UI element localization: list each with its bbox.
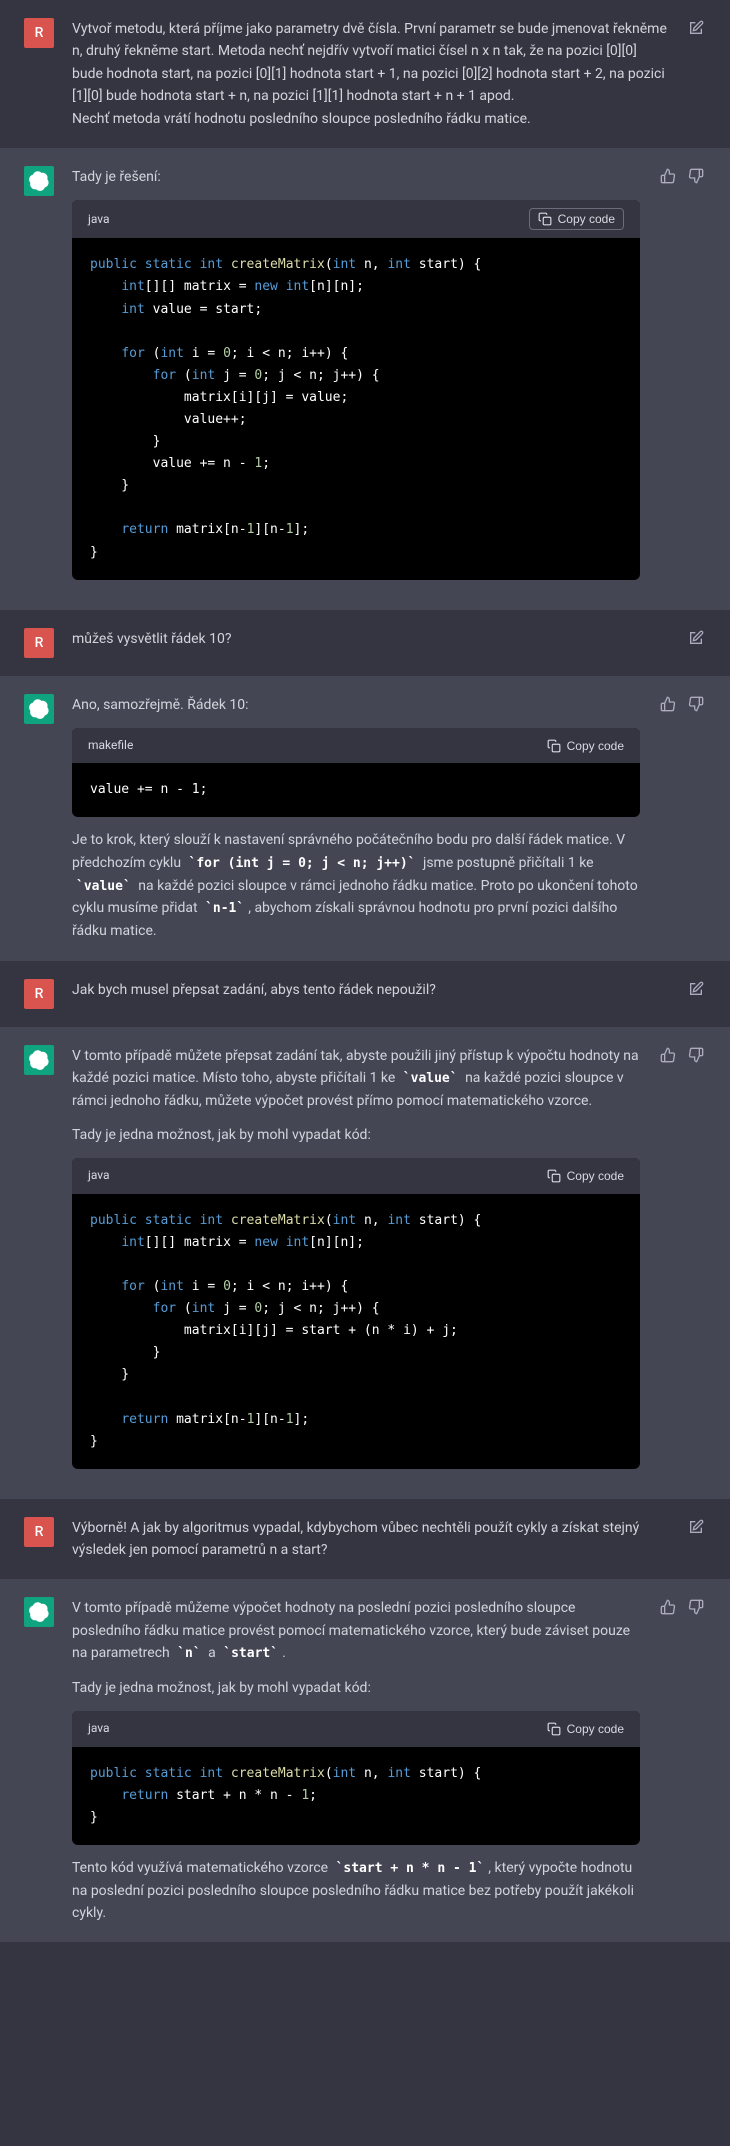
user-avatar: R bbox=[24, 1517, 54, 1547]
thumbs-down-button[interactable] bbox=[686, 1597, 706, 1617]
code-content: public static int createMatrix(int n, in… bbox=[72, 238, 640, 579]
outro-text: Tento kód využívá matematického vzorce `… bbox=[72, 1857, 640, 1925]
code-lang: makefile bbox=[88, 736, 133, 755]
assistant-avatar bbox=[24, 1045, 54, 1075]
copy-code-button[interactable]: Copy code bbox=[547, 1722, 624, 1736]
thumbs-up-button[interactable] bbox=[658, 166, 678, 186]
message-actions bbox=[658, 1597, 706, 1617]
code-lang: java bbox=[88, 1719, 110, 1738]
edit-button[interactable] bbox=[686, 979, 706, 999]
code-content: public static int createMatrix(int n, in… bbox=[72, 1194, 640, 1469]
code-lang: java bbox=[88, 1166, 110, 1185]
message-actions bbox=[658, 694, 706, 714]
message-actions bbox=[686, 628, 706, 648]
assistant-avatar bbox=[24, 166, 54, 196]
intro-text: V tomto případě můžeme výpočet hodnoty n… bbox=[72, 1597, 640, 1665]
edit-button[interactable] bbox=[686, 1517, 706, 1537]
user-message: R můžeš vysvětlit řádek 10? bbox=[0, 610, 730, 676]
intro-text: V tomto případě můžete přepsat zadání ta… bbox=[72, 1045, 640, 1113]
user-avatar: R bbox=[24, 979, 54, 1009]
copy-code-button[interactable]: Copy code bbox=[529, 208, 624, 230]
message-content: můžeš vysvětlit řádek 10? bbox=[72, 628, 668, 650]
code-content: value += n - 1; bbox=[72, 763, 640, 817]
message-content: V tomto případě můžeme výpočet hodnoty n… bbox=[72, 1597, 640, 1924]
thumbs-up-button[interactable] bbox=[658, 1597, 678, 1617]
user-message: R Vytvoř metodu, která příjme jako param… bbox=[0, 0, 730, 148]
user-message: R Jak bych musel přepsat zadání, abys te… bbox=[0, 961, 730, 1027]
code-lang: java bbox=[88, 210, 110, 229]
code-block: makefile Copy code value += n - 1; bbox=[72, 728, 640, 817]
edit-button[interactable] bbox=[686, 18, 706, 38]
message-content: Výborně! A jak by algoritmus vypadal, kd… bbox=[72, 1517, 668, 1562]
assistant-message: V tomto případě můžete přepsat zadání ta… bbox=[0, 1027, 730, 1499]
message-content: Tady je řešení: java Copy code public st… bbox=[72, 166, 640, 592]
code-block: java Copy code public static int createM… bbox=[72, 200, 640, 579]
code-header: java Copy code bbox=[72, 1711, 640, 1746]
assistant-avatar bbox=[24, 1597, 54, 1627]
assistant-message: V tomto případě můžeme výpočet hodnoty n… bbox=[0, 1579, 730, 1942]
thumbs-down-button[interactable] bbox=[686, 1045, 706, 1065]
explanation-text: Je to krok, který slouží k nastavení spr… bbox=[72, 829, 640, 942]
code-header: makefile Copy code bbox=[72, 728, 640, 763]
thumbs-down-button[interactable] bbox=[686, 166, 706, 186]
code-header: java Copy code bbox=[72, 1158, 640, 1193]
message-actions bbox=[658, 1045, 706, 1065]
message-actions bbox=[686, 18, 706, 38]
edit-button[interactable] bbox=[686, 628, 706, 648]
user-message: R Výborně! A jak by algoritmus vypadal, … bbox=[0, 1499, 730, 1580]
copy-code-button[interactable]: Copy code bbox=[547, 1169, 624, 1183]
code-header: java Copy code bbox=[72, 200, 640, 238]
message-actions bbox=[658, 166, 706, 186]
code-block: java Copy code public static int createM… bbox=[72, 1158, 640, 1468]
thumbs-up-button[interactable] bbox=[658, 694, 678, 714]
assistant-message: Ano, samozřejmě. Řádek 10: makefile Copy… bbox=[0, 676, 730, 961]
code-block: java Copy code public static int createM… bbox=[72, 1711, 640, 1844]
message-content: Jak bych musel přepsat zadání, abys tent… bbox=[72, 979, 668, 1001]
thumbs-down-button[interactable] bbox=[686, 694, 706, 714]
thumbs-up-button[interactable] bbox=[658, 1045, 678, 1065]
assistant-message: Tady je řešení: java Copy code public st… bbox=[0, 148, 730, 610]
message-actions bbox=[686, 979, 706, 999]
message-content: Vytvoř metodu, která příjme jako paramet… bbox=[72, 18, 668, 130]
message-content: V tomto případě můžete přepsat zadání ta… bbox=[72, 1045, 640, 1481]
code-content: public static int createMatrix(int n, in… bbox=[72, 1747, 640, 1845]
copy-code-button[interactable]: Copy code bbox=[547, 739, 624, 753]
assistant-avatar bbox=[24, 694, 54, 724]
user-avatar: R bbox=[24, 18, 54, 48]
message-content: Ano, samozřejmě. Řádek 10: makefile Copy… bbox=[72, 694, 640, 943]
user-avatar: R bbox=[24, 628, 54, 658]
message-actions bbox=[686, 1517, 706, 1537]
